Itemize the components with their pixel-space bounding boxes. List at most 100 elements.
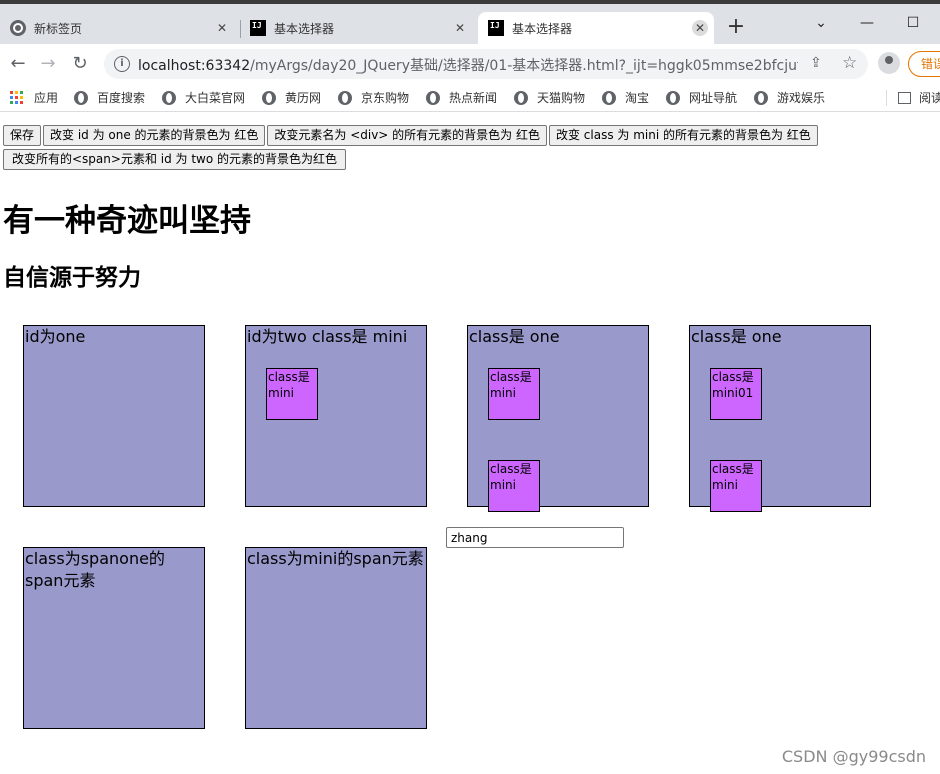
box-label: class是 one	[469, 327, 560, 346]
bookmark-item[interactable]: 百度搜索	[74, 89, 145, 106]
bookmark-item[interactable]: 天猫购物	[514, 89, 585, 106]
info-icon[interactable]: i	[114, 56, 130, 72]
globe-icon	[754, 90, 768, 105]
mini-box: class是 mini	[488, 460, 540, 512]
bookmark-apps[interactable]: 应用	[10, 89, 58, 106]
change-div-button[interactable]: 改变元素名为 <div> 的所有元素的背景色为 红色	[267, 125, 547, 146]
url-path: /myArgs/day20_JQuery基础/选择器/01-基本选择器.html…	[250, 58, 798, 74]
globe-icon	[666, 90, 680, 105]
box-label: class为spanone的span元素	[25, 549, 165, 590]
bookmark-item[interactable]: 大白菜官网	[162, 89, 245, 106]
box-label: class为mini的span元素	[247, 549, 424, 568]
globe-icon	[74, 90, 88, 105]
mini-label: class是 mini	[712, 462, 754, 492]
globe-icon	[338, 90, 352, 105]
close-icon[interactable]: ✕	[214, 20, 230, 36]
bookmark-item[interactable]: 黄历网	[262, 89, 321, 106]
bookmark-star-icon[interactable]: ☆	[842, 53, 857, 73]
tab-divider	[240, 20, 241, 38]
div-class-one: class是 one class是 mini class是 mini	[467, 325, 649, 512]
change-id-one-button[interactable]: 改变 id 为 one 的元素的背景色为 红色	[43, 125, 266, 146]
bookmark-label: 百度搜索	[97, 91, 146, 105]
url-host: localhost:63342	[138, 58, 251, 74]
intellij-icon: IJ	[488, 20, 504, 36]
reload-button[interactable]: ↻	[68, 52, 92, 76]
box-label: id为one	[25, 327, 86, 346]
text-input[interactable]	[446, 527, 624, 548]
bookmark-label: 网址导航	[689, 91, 738, 105]
change-span-and-two-button[interactable]: 改变所有的<span>元素和 id 为 two 的元素的背景色为红色	[3, 149, 347, 170]
tab-title: 基本选择器	[274, 21, 335, 36]
page-content: 保存 改变 id 为 one 的元素的背景色为 红色 改变元素名为 <div> 的所…	[0, 113, 940, 774]
mini-box: class是 mini	[266, 368, 318, 420]
address-bar[interactable]: i localhost:63342/myArgs/day20_JQuery基础/…	[104, 49, 868, 79]
mini-label: class是 mini	[490, 370, 532, 400]
bookmark-label: 黄历网	[285, 91, 322, 105]
page-heading-2: 自信源于努力	[3, 265, 141, 291]
bookmark-item[interactable]: 网址导航	[666, 89, 737, 106]
globe-icon	[162, 90, 176, 105]
tab-title: 基本选择器	[512, 21, 573, 36]
div-id-one: id为one	[23, 325, 205, 507]
chrome-icon	[10, 20, 26, 36]
mini01-box: class是 mini01	[710, 368, 762, 420]
mini-label: class是 mini	[268, 370, 310, 400]
tab-search-button[interactable]: ⌄	[798, 10, 844, 38]
bookmarks-bar: 应用 百度搜索 大白菜官网 黄历网 京东购物 热点新闻 天猫购物 淘宝 网址导航…	[0, 84, 940, 112]
mini-box: class是 mini	[710, 460, 762, 512]
share-icon[interactable]: ⇪	[810, 55, 822, 71]
tab-basic-selector-1[interactable]: IJ 基本选择器 ✕	[250, 12, 474, 44]
tab-basic-selector-active[interactable]: IJ 基本选择器 ✕	[478, 12, 714, 44]
url-text[interactable]: localhost:63342/myArgs/day20_JQuery基础/选择…	[138, 55, 798, 75]
bookmark-label: 应用	[34, 91, 59, 105]
bookmark-item[interactable]: 淘宝	[602, 89, 649, 106]
bookmark-label: 游戏娱乐	[777, 91, 826, 105]
tab-title: 新标签页	[34, 21, 83, 36]
span-class-mini: class为mini的span元素	[245, 547, 427, 729]
box-label: id为two class是 mini	[247, 327, 408, 346]
reading-list-label: 阅读	[919, 91, 940, 105]
bookmark-label: 大白菜官网	[185, 91, 246, 105]
new-tab-button[interactable]: +	[724, 16, 748, 40]
button-row-1: 保存 改变 id 为 one 的元素的背景色为 红色 改变元素名为 <div> 的所…	[3, 124, 820, 146]
mini-box: class是 mini	[488, 368, 540, 420]
browser-toolbar: ← → ↻ i localhost:63342/myArgs/day20_JQu…	[0, 44, 940, 84]
reading-list[interactable]: 阅读	[898, 89, 940, 106]
bookmark-item[interactable]: 热点新闻	[426, 89, 497, 106]
mini-label: class是 mini01	[712, 370, 754, 400]
page-heading-1: 有一种奇迹叫坚持	[3, 203, 251, 239]
span-class-spanone: class为spanone的span元素	[23, 547, 205, 729]
reading-list-icon	[898, 91, 911, 104]
globe-icon	[602, 90, 616, 105]
maximize-button[interactable]: ☐	[890, 10, 936, 38]
intellij-icon: IJ	[250, 20, 266, 36]
save-button[interactable]: 保存	[3, 125, 42, 146]
div-id-two-mini: id为two class是 mini class是 mini	[245, 325, 427, 507]
bookmark-item[interactable]: 京东购物	[338, 89, 409, 106]
bookmark-item[interactable]: 游戏娱乐	[754, 89, 825, 106]
mini-label: class是 mini	[490, 462, 532, 492]
minimize-button[interactable]: —	[844, 10, 890, 38]
tab-new-tab[interactable]: 新标签页 ✕	[10, 12, 236, 44]
div-class-one-2: class是 one class是 mini01 class是 mini	[689, 325, 871, 512]
bookmark-label: 淘宝	[625, 91, 650, 105]
globe-icon	[426, 90, 440, 105]
bookmark-label: 京东购物	[361, 91, 410, 105]
tab-bar: 新标签页 ✕ IJ 基本选择器 ✕ IJ 基本选择器 ✕ + ⌄ — ☐	[0, 4, 940, 44]
change-class-mini-button[interactable]: 改变 class 为 mini 的所有元素的背景色为 红色	[548, 125, 818, 146]
globe-icon	[262, 90, 276, 105]
close-icon[interactable]: ✕	[452, 20, 468, 36]
bookmark-label: 天猫购物	[537, 91, 586, 105]
apps-icon	[10, 91, 23, 104]
profile-avatar[interactable]	[878, 52, 900, 74]
back-button[interactable]: ←	[6, 52, 30, 76]
csdn-watermark: CSDN @gy99csdn	[781, 747, 926, 766]
bookmark-divider	[886, 90, 887, 106]
box-label: class是 one	[691, 327, 782, 346]
close-icon[interactable]: ✕	[692, 20, 708, 36]
button-row-2: 改变所有的<span>元素和 id 为 two 的元素的背景色为红色	[3, 148, 348, 170]
globe-icon	[514, 90, 528, 105]
error-button[interactable]: 错误	[908, 51, 940, 77]
bookmark-label: 热点新闻	[449, 91, 498, 105]
forward-button[interactable]: →	[36, 52, 60, 76]
